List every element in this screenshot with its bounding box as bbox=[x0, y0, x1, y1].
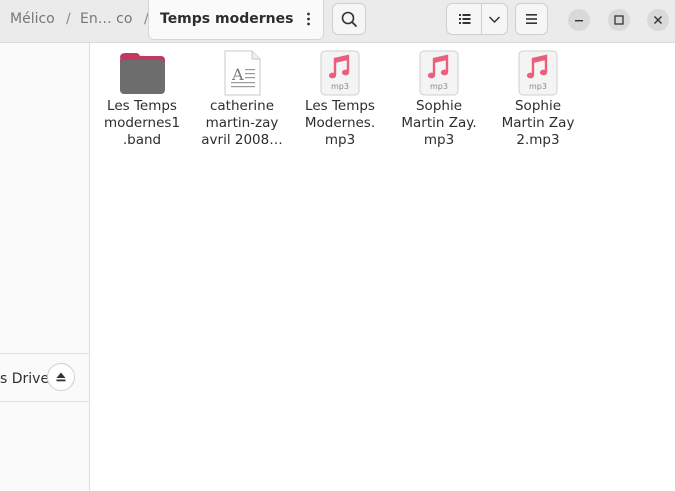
list-view-button[interactable] bbox=[447, 4, 481, 34]
file-name: Sophie Martin Zay. mp3 bbox=[401, 98, 477, 148]
sidebar: s Drive bbox=[0, 43, 90, 491]
main-menu-button[interactable] bbox=[515, 3, 548, 35]
breadcrumb-current-label: Temps modernes bbox=[160, 11, 294, 27]
search-icon bbox=[341, 11, 357, 27]
audio-file-icon: mp3 bbox=[518, 50, 558, 96]
file-item[interactable]: mp3 Sophie Martin Zay 2.mp3 bbox=[490, 50, 586, 149]
minimize-icon bbox=[575, 20, 583, 22]
breadcrumb-separator: / bbox=[66, 11, 71, 27]
audio-file-icon: mp3 bbox=[320, 50, 360, 96]
eject-icon bbox=[56, 372, 66, 382]
search-button[interactable] bbox=[332, 3, 366, 35]
file-item[interactable]: mp3 Les Temps Modernes. mp3 bbox=[292, 50, 388, 149]
vertical-ellipsis-icon bbox=[307, 12, 310, 26]
file-item[interactable]: A catherine martin-zay avril 2008… bbox=[194, 50, 290, 149]
eject-button[interactable] bbox=[47, 363, 75, 391]
view-toggle-group bbox=[446, 3, 508, 35]
file-view: Les Temps modernes1 .band A catherine marti… bbox=[91, 43, 675, 491]
svg-text:A: A bbox=[231, 65, 244, 84]
mp3-badge: mp3 bbox=[331, 82, 349, 91]
mp3-badge: mp3 bbox=[529, 82, 547, 91]
file-name: catherine martin-zay avril 2008… bbox=[201, 98, 283, 148]
sidebar-item-drive-label[interactable]: s Drive bbox=[0, 370, 49, 388]
breadcrumb-item-melico[interactable]: Mélico bbox=[10, 10, 55, 28]
maximize-icon bbox=[614, 15, 624, 25]
file-item[interactable]: Les Temps modernes1 .band bbox=[94, 50, 190, 149]
list-view-icon bbox=[459, 14, 471, 24]
maximize-button[interactable] bbox=[608, 9, 630, 31]
file-name: Les Temps Modernes. mp3 bbox=[304, 98, 376, 148]
sidebar-divider bbox=[0, 401, 90, 402]
text-document-icon: A bbox=[224, 50, 261, 96]
folder-icon bbox=[120, 53, 165, 94]
view-options-dropdown[interactable] bbox=[482, 4, 507, 34]
file-name: Les Temps modernes1 .band bbox=[103, 98, 181, 148]
path-menu-button[interactable] bbox=[292, 2, 325, 36]
sidebar-divider bbox=[0, 353, 90, 354]
file-item[interactable]: mp3 Sophie Martin Zay. mp3 bbox=[391, 50, 487, 149]
mp3-badge: mp3 bbox=[430, 82, 448, 91]
close-icon bbox=[654, 16, 662, 24]
hamburger-menu-icon bbox=[526, 14, 537, 24]
minimize-button[interactable] bbox=[568, 9, 590, 31]
audio-file-icon: mp3 bbox=[419, 50, 459, 96]
breadcrumb-item-truncated[interactable]: En… co bbox=[80, 10, 132, 28]
close-button[interactable] bbox=[647, 9, 669, 31]
file-name: Sophie Martin Zay 2.mp3 bbox=[501, 98, 575, 148]
chevron-down-icon bbox=[488, 16, 501, 24]
header-bar: Mélico / En… co / Temps modernes bbox=[0, 0, 675, 43]
